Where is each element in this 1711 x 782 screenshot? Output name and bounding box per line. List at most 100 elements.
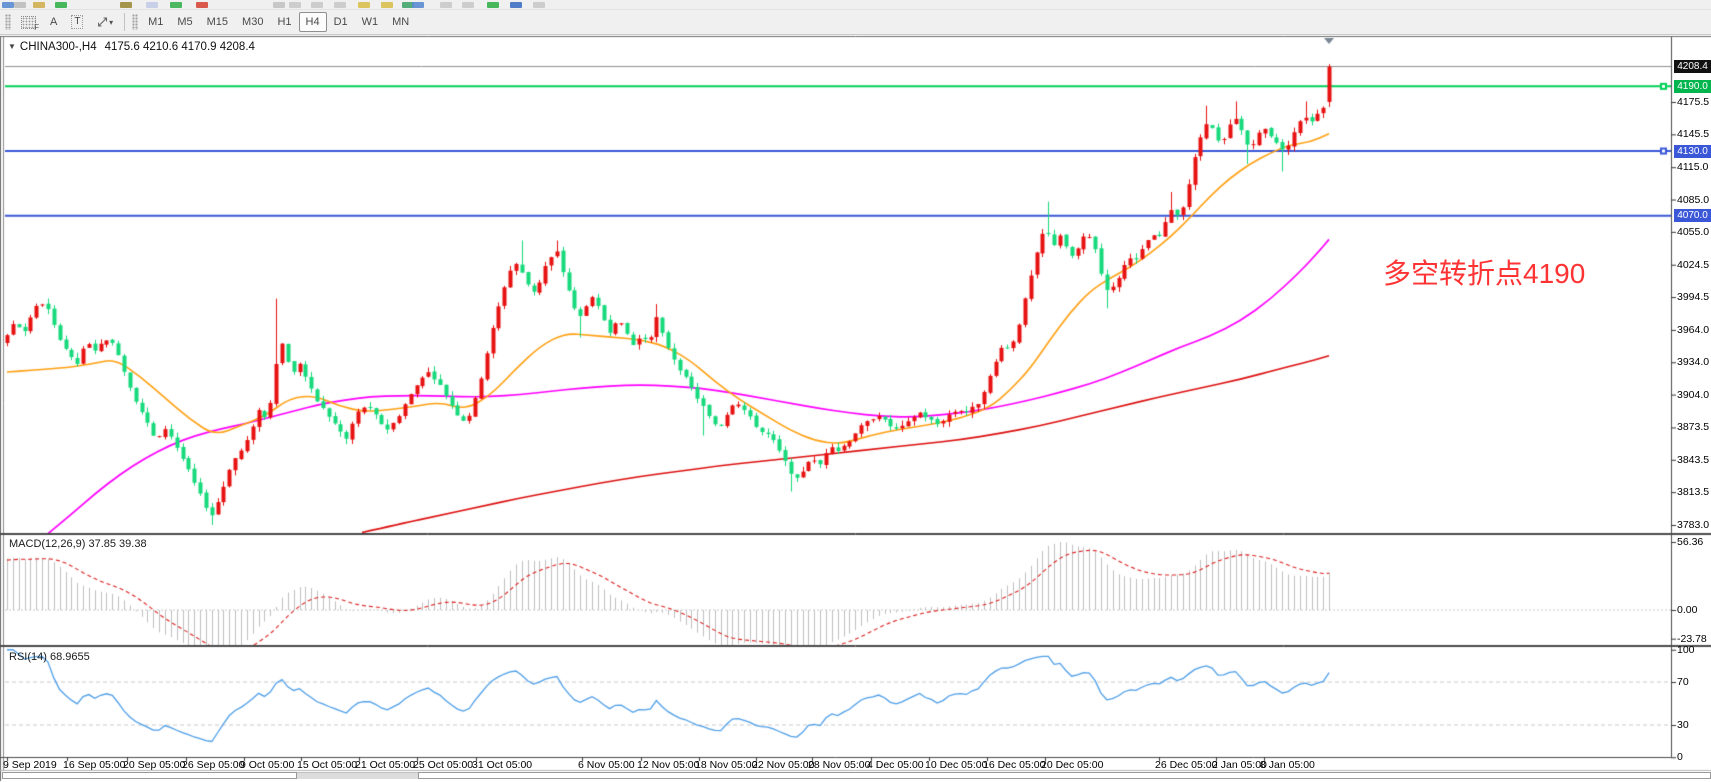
toolbar-icon-fragment[interactable]	[381, 2, 393, 8]
toolbar-grip[interactable]	[132, 14, 138, 30]
time-axis-label: 9 Oct 05:00	[240, 759, 294, 771]
toolbar-icon-fragment[interactable]	[2, 2, 14, 8]
price-axis-label: 3813.5	[1677, 486, 1709, 498]
price-level-badge: 4070.0	[1674, 209, 1711, 222]
hscrollbar-track[interactable]	[2, 772, 297, 779]
toolbar-grip[interactable]	[5, 14, 11, 30]
chart-ohlc-values: 4175.6 4210.6 4170.9 4208.4	[105, 41, 255, 53]
price-axis-label: 3994.5	[1677, 291, 1709, 303]
toolbar-icon-fragment[interactable]	[358, 2, 370, 8]
annotate-text-button[interactable]: A	[43, 12, 64, 32]
timeframe-bar: M1M5M15M30H1H4D1W1MN	[141, 12, 416, 32]
price-axis-label: 3843.5	[1677, 454, 1709, 466]
time-axis-label: 9 Sep 2019	[3, 759, 57, 771]
time-axis-label: 8 Jan 05:00	[1260, 759, 1315, 771]
rsi-axis-label: 70	[1677, 676, 1689, 688]
toolbar: F A T ⤢ ▾ M1M5M15M30H1H4D1W1MN	[0, 0, 1711, 35]
timeframe-button-m5[interactable]: M5	[170, 12, 199, 32]
price-axis-label: 3904.0	[1677, 389, 1709, 401]
time-axis-label: 20 Dec 05:00	[1041, 759, 1103, 771]
chart-symbol-timeframe: CHINA300-,H4	[20, 41, 97, 53]
time-axis-label: 28 Nov 05:00	[808, 759, 870, 771]
time-axis-label: 16 Dec 05:00	[983, 759, 1045, 771]
toolbar-icon-fragment[interactable]	[289, 2, 301, 8]
toolbar-icon-fragment[interactable]	[334, 2, 346, 8]
grid-period-button[interactable]: F	[14, 12, 43, 32]
price-axis-label: 3964.0	[1677, 324, 1709, 336]
macd-axis-label: 56.36	[1677, 536, 1703, 548]
price-axis-label: 4115.0	[1677, 161, 1708, 173]
time-axis-label: 12 Nov 05:00	[637, 759, 699, 771]
toolbar-icon-fragment[interactable]	[311, 2, 323, 8]
text-box-button[interactable]: T	[64, 12, 90, 32]
toolbar-icon-fragment[interactable]	[120, 2, 132, 8]
chart-canvas[interactable]	[0, 0, 1711, 782]
timeframe-button-h4[interactable]: H4	[299, 12, 327, 32]
time-axis-label: 22 Nov 05:00	[752, 759, 814, 771]
diagonal-arrows-icon: ⤢	[97, 15, 107, 30]
timeframe-button-m1[interactable]: M1	[141, 12, 170, 32]
time-axis-label: 21 Oct 05:00	[355, 759, 415, 771]
chart-title[interactable]: ▼ CHINA300-,H4 4175.6 4210.6 4170.9 4208.4	[8, 41, 255, 53]
cursor-mode-button[interactable]: ⤢ ▾	[90, 12, 120, 32]
time-axis-label: 18 Nov 05:00	[695, 759, 757, 771]
text-box-icon: T	[71, 15, 83, 29]
rsi-indicator-label: RSI(14) 68.9655	[9, 651, 90, 663]
toolbar-icon-fragment[interactable]	[462, 2, 474, 8]
toolbar-icon-fragment[interactable]	[440, 2, 452, 8]
price-level-badge: 4190.0	[1674, 80, 1711, 93]
time-axis-label: 2 Jan 05:00	[1212, 759, 1267, 771]
time-axis-label: 20 Sep 05:00	[123, 759, 185, 771]
price-axis-label: 4175.5	[1677, 96, 1709, 108]
timeframe-button-w1[interactable]: W1	[355, 12, 386, 32]
toolbar-icon-fragment[interactable]	[487, 2, 499, 8]
time-axis-label: 15 Oct 05:00	[297, 759, 357, 771]
time-axis-label: 4 Dec 05:00	[867, 759, 924, 771]
toolbar-icon-fragment[interactable]	[33, 2, 45, 8]
timeframe-button-m30[interactable]: M30	[235, 12, 270, 32]
toolbar-separator	[124, 13, 125, 31]
timeframe-button-mn[interactable]: MN	[385, 12, 416, 32]
toolbar-icon-fragment[interactable]	[146, 2, 158, 8]
letter-a-icon: A	[50, 16, 57, 28]
time-axis-label: 16 Sep 05:00	[63, 759, 125, 771]
price-axis-label: 4055.0	[1677, 226, 1709, 238]
toolbar-icon-fragment[interactable]	[273, 2, 285, 8]
toolbar-icon-fragment[interactable]	[533, 2, 545, 8]
toolbar-row-main: F A T ⤢ ▾ M1M5M15M30H1H4D1W1MN	[0, 10, 1711, 34]
price-axis-label: 3873.5	[1677, 421, 1709, 433]
time-axis-label: 31 Oct 05:00	[472, 759, 532, 771]
price-axis-label: 3783.0	[1677, 519, 1709, 531]
rsi-axis-label: 100	[1677, 644, 1695, 656]
toolbar-row-clipped	[0, 0, 1711, 10]
chart-annotation-text: 多空转折点4190	[1383, 252, 1585, 292]
price-axis-label: 4024.5	[1677, 259, 1709, 271]
toolbar-icon-fragment[interactable]	[55, 2, 67, 8]
time-axis-label: 26 Dec 05:00	[1155, 759, 1217, 771]
toolbar-icon-fragment[interactable]	[14, 2, 26, 8]
hscrollbar-thumb[interactable]	[297, 772, 418, 779]
toolbar-icon-fragment[interactable]	[412, 2, 424, 8]
hscrollbar-track[interactable]	[418, 772, 1711, 779]
time-axis-label: 25 Oct 05:00	[413, 759, 473, 771]
price-axis-label: 3934.0	[1677, 356, 1709, 368]
timeframe-button-m15[interactable]: M15	[200, 12, 235, 32]
time-axis-label: 10 Dec 05:00	[925, 759, 987, 771]
macd-indicator-label: MACD(12,26,9) 37.85 39.38	[9, 538, 147, 550]
toolbar-icon-fragment[interactable]	[170, 2, 182, 8]
toolbar-icon-fragment[interactable]	[196, 2, 208, 8]
macd-axis-label: 0.00	[1677, 604, 1697, 616]
price-level-badge: 4130.0	[1674, 145, 1711, 158]
rsi-axis-label: 30	[1677, 719, 1689, 731]
chart-dropdown-icon: ▼	[8, 42, 16, 51]
chevron-down-icon: ▾	[109, 18, 113, 27]
rsi-axis-label: 0	[1677, 751, 1683, 763]
timeframe-button-d1[interactable]: D1	[327, 12, 355, 32]
timeframe-button-h1[interactable]: H1	[270, 12, 298, 32]
toolbar-icon-fragment[interactable]	[510, 2, 522, 8]
grid-icon: F	[21, 16, 36, 29]
time-axis-label: 6 Nov 05:00	[578, 759, 635, 771]
current-price-badge: 4208.4	[1674, 60, 1711, 73]
price-axis-label: 4145.5	[1677, 128, 1709, 140]
price-axis-label: 4085.0	[1677, 194, 1709, 206]
